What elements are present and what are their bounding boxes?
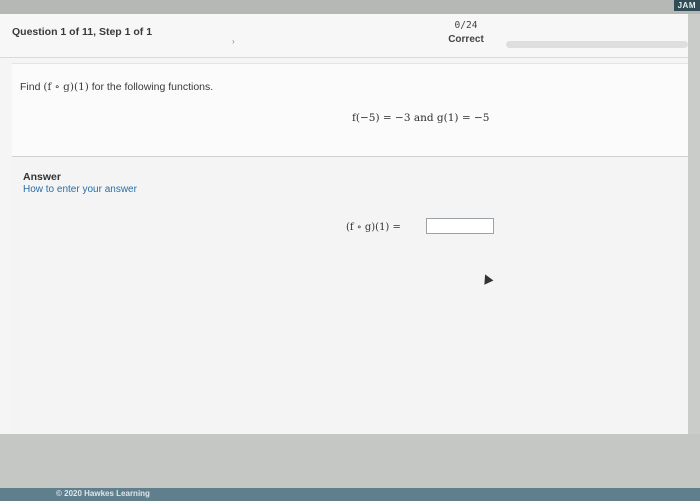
chevron-right-icon[interactable]: › — [232, 37, 235, 46]
top-bar — [0, 0, 700, 14]
answer-input[interactable] — [426, 218, 494, 234]
answer-heading: Answer — [23, 171, 61, 183]
prompt-suffix: for the following functions. — [88, 81, 214, 93]
question-title: Question 1 of 11, Step 1 of 1 — [12, 26, 153, 38]
copyright-text: © 2020 Hawkes Learning — [56, 489, 150, 498]
footer: © 2020 Hawkes Learning — [0, 434, 700, 501]
prompt-math: (f ∘ g)(1) — [43, 81, 89, 93]
progress-bar — [506, 41, 688, 48]
given-values: f(−5) = −3 and g(1) = −5 — [352, 112, 490, 124]
mouse-pointer-icon — [480, 272, 494, 285]
problem-prompt: Find (f ∘ g)(1) for the following functi… — [20, 81, 213, 93]
prompt-prefix: Find — [20, 81, 44, 93]
score-label: Correct — [448, 34, 484, 45]
question-header: Question 1 of 11, Step 1 of 1 › 0/24 Cor… — [0, 14, 688, 58]
corner-tag: JAM — [673, 0, 700, 11]
question-screen: Question 1 of 11, Step 1 of 1 › 0/24 Cor… — [0, 14, 688, 434]
answer-label: (f ∘ g)(1) = — [346, 222, 401, 233]
score-display: 0/24 Correct — [438, 20, 494, 45]
problem-panel: Find (f ∘ g)(1) for the following functi… — [12, 63, 688, 157]
answer-panel: Answer How to enter your answer (f ∘ g)(… — [12, 157, 688, 434]
answer-help-link[interactable]: How to enter your answer — [23, 184, 137, 195]
score-value: 0/24 — [454, 20, 478, 31]
